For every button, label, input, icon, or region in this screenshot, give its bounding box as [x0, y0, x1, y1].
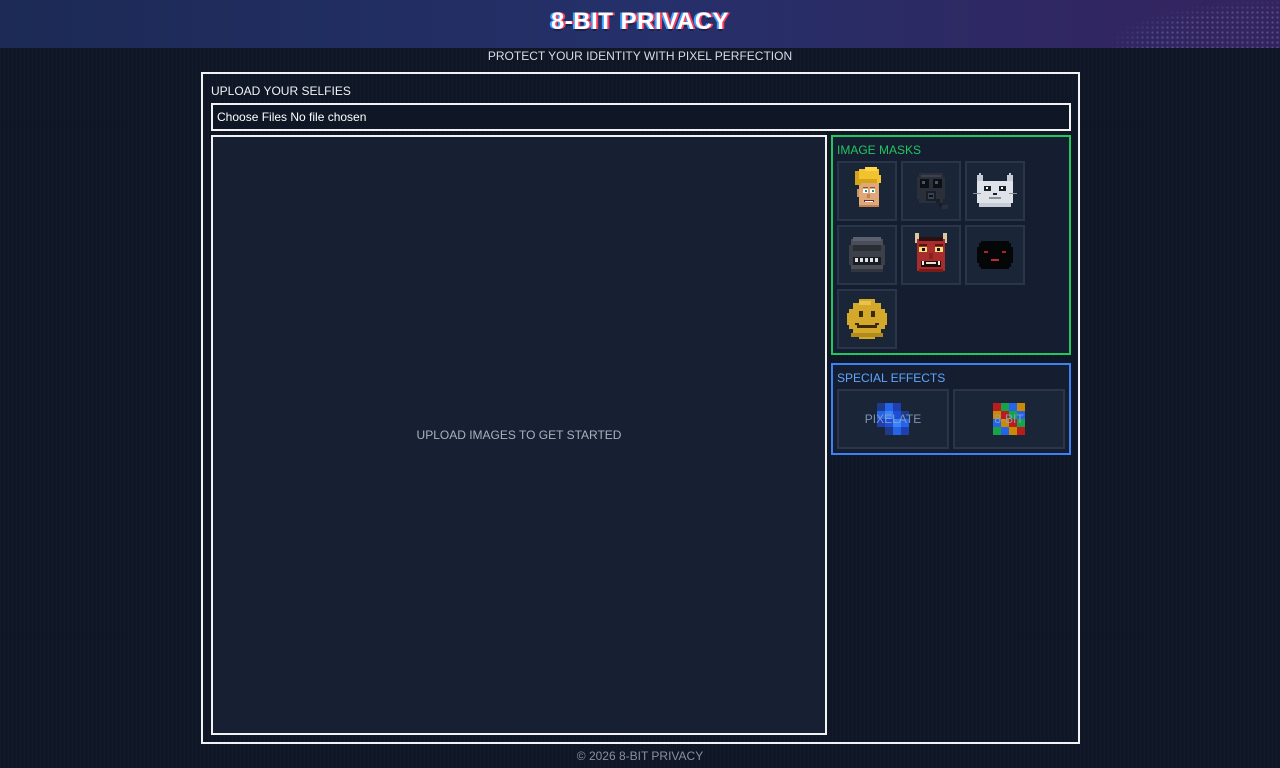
eight-bit-button[interactable]: 8-BIT [953, 389, 1065, 449]
special-effects-title: SPECIAL EFFECTS [837, 371, 946, 385]
mask-button-gas-mask[interactable] [901, 161, 961, 221]
pixelate-label: PIXELATE [864, 412, 922, 426]
gas-mask-icon [917, 173, 948, 209]
file-upload-input[interactable]: Choose Files No file chosen [211, 103, 1071, 131]
upload-label: UPLOAD YOUR SELFIES [211, 84, 351, 98]
image-canvas[interactable]: UPLOAD IMAGES TO GET STARTED [211, 135, 827, 735]
mask-button-robot[interactable] [837, 225, 897, 285]
pixelate-button[interactable]: PIXELATE [837, 389, 949, 449]
footer-copyright: © 2026 8-BIT PRIVACY [576, 749, 704, 763]
mask-button-shadow[interactable] [965, 225, 1025, 285]
cat-mask-icon [973, 173, 1017, 207]
app-title: 8-BIT PRIVACY [550, 8, 730, 35]
mask-button-blonde-guy[interactable] [837, 161, 897, 221]
mask-button-oni[interactable] [901, 225, 961, 285]
mask-button-cat[interactable] [965, 161, 1025, 221]
smiley-face-mask-icon [847, 299, 887, 339]
mask-button-smiley[interactable] [837, 289, 897, 349]
oni-demon-mask-icon [915, 233, 947, 272]
image-masks-title: IMAGE MASKS [837, 143, 922, 157]
image-masks-panel: IMAGE MASKS [831, 135, 1071, 355]
eight-bit-label: 8-BIT [994, 412, 1024, 426]
special-effects-panel: SPECIAL EFFECTS PIXELATE 8-BIT [831, 363, 1071, 455]
app-header: 8-BIT PRIVACY [0, 0, 1280, 48]
shadow-blob-mask-icon [977, 241, 1013, 269]
app-subtitle: PROTECT YOUR IDENTITY WITH PIXEL PERFECT… [487, 49, 793, 63]
main-panel: UPLOAD YOUR SELFIES Choose Files No file… [201, 72, 1080, 744]
blonde-guy-mask-icon [855, 167, 881, 207]
canvas-placeholder-text: UPLOAD IMAGES TO GET STARTED [416, 428, 622, 442]
robot-mask-icon [849, 237, 885, 272]
